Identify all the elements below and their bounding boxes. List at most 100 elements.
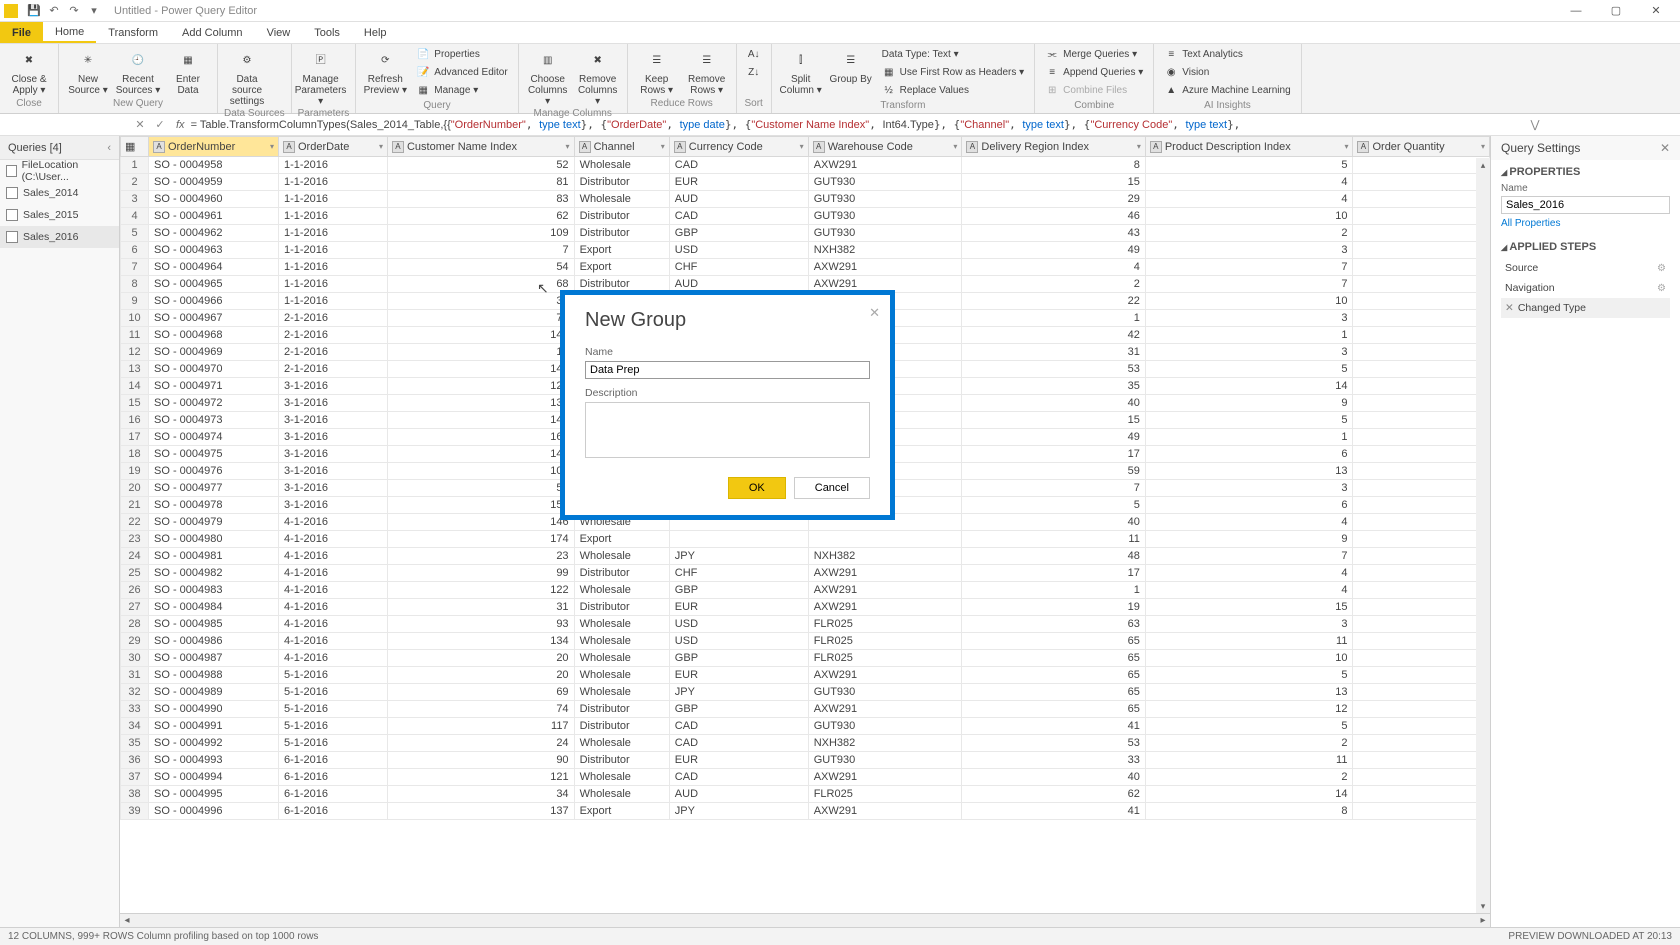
filter-dropdown-icon[interactable]: ▾	[1137, 142, 1141, 151]
manage-button[interactable]: ▦Manage ▾	[412, 82, 511, 99]
table-row[interactable]: 25SO - 00049824-1-201699DistributorCHFAX…	[121, 565, 1490, 582]
formula-text[interactable]: = Table.TransformColumnTypes(Sales_2014_…	[191, 118, 1526, 131]
type-icon[interactable]: A	[1357, 141, 1369, 153]
type-icon[interactable]: A	[966, 141, 978, 153]
tab-add-column[interactable]: Add Column	[170, 22, 255, 43]
cancel-button[interactable]: Cancel	[794, 477, 870, 499]
redo-icon[interactable]: ↷	[65, 2, 83, 20]
delete-step-icon[interactable]: ✕	[1505, 302, 1514, 314]
tab-help[interactable]: Help	[352, 22, 399, 43]
tab-transform[interactable]: Transform	[96, 22, 170, 43]
filter-dropdown-icon[interactable]: ▾	[800, 142, 804, 151]
filter-dropdown-icon[interactable]: ▾	[953, 142, 957, 151]
manage-parameters-button[interactable]: 🄿Manage Parameters ▾	[298, 46, 344, 107]
column-header[interactable]: AWarehouse Code▾	[808, 137, 962, 157]
merge-queries-button[interactable]: ⫘Merge Queries ▾	[1041, 46, 1147, 63]
qat-dropdown-icon[interactable]: ▾	[85, 2, 103, 20]
first-row-headers-button[interactable]: ▦Use First Row as Headers ▾	[878, 64, 1029, 81]
group-by-button[interactable]: ☰Group By	[828, 46, 874, 85]
table-row[interactable]: 7SO - 00049641-1-201654ExportCHFAXW29147	[121, 259, 1490, 276]
applied-step[interactable]: Navigation⚙	[1501, 278, 1670, 298]
type-icon[interactable]: A	[579, 141, 591, 153]
fx-icon[interactable]: fx	[176, 119, 185, 131]
applied-step[interactable]: ✕Changed Type	[1501, 298, 1670, 318]
properties-button[interactable]: 📄Properties	[412, 46, 511, 63]
table-row[interactable]: 3SO - 00049601-1-201683WholesaleAUDGUT93…	[121, 191, 1490, 208]
table-row[interactable]: 36SO - 00049936-1-201690DistributorEURGU…	[121, 752, 1490, 769]
vertical-scrollbar[interactable]: ▴▾	[1476, 158, 1490, 913]
column-header[interactable]: AOrderNumber▾	[149, 137, 279, 157]
text-analytics-button[interactable]: ≡Text Analytics	[1160, 46, 1294, 63]
table-row[interactable]: 27SO - 00049844-1-201631DistributorEURAX…	[121, 599, 1490, 616]
type-icon[interactable]: A	[813, 141, 825, 153]
remove-columns-button[interactable]: ✖Remove Columns ▾	[575, 46, 621, 107]
replace-values-button[interactable]: ½Replace Values	[878, 82, 1029, 99]
table-row[interactable]: 1SO - 00049581-1-201652WholesaleCADAXW29…	[121, 157, 1490, 174]
remove-rows-button[interactable]: ☰Remove Rows ▾	[684, 46, 730, 96]
table-row[interactable]: 34SO - 00049915-1-2016117DistributorCADG…	[121, 718, 1490, 735]
column-header[interactable]: AProduct Description Index▾	[1145, 137, 1353, 157]
save-icon[interactable]: 💾	[25, 2, 43, 20]
close-apply-button[interactable]: ✖Close & Apply ▾	[6, 46, 52, 96]
tab-view[interactable]: View	[255, 22, 303, 43]
table-row[interactable]: 37SO - 00049946-1-2016121WholesaleCADAXW…	[121, 769, 1490, 786]
refresh-preview-button[interactable]: ⟳Refresh Preview ▾	[362, 46, 408, 96]
tab-tools[interactable]: Tools	[302, 22, 352, 43]
tab-home[interactable]: Home	[43, 22, 96, 43]
query-item[interactable]: Sales_2016	[0, 226, 119, 248]
undo-icon[interactable]: ↶	[45, 2, 63, 20]
minimize-button[interactable]: —	[1556, 0, 1596, 22]
query-item[interactable]: Sales_2014	[0, 182, 119, 204]
new-source-button[interactable]: ✳New Source ▾	[65, 46, 111, 96]
column-header[interactable]: AChannel▾	[574, 137, 669, 157]
table-row[interactable]: 38SO - 00049956-1-201634WholesaleAUDFLR0…	[121, 786, 1490, 803]
enter-data-button[interactable]: ▦Enter Data	[165, 46, 211, 96]
split-column-button[interactable]: ⫿Split Column ▾	[778, 46, 824, 96]
query-item[interactable]: FileLocation (C:\User...	[0, 160, 119, 182]
collapse-queries-icon[interactable]: ‹	[107, 142, 111, 154]
table-row[interactable]: 39SO - 00049966-1-2016137ExportJPYAXW291…	[121, 803, 1490, 820]
recent-sources-button[interactable]: 🕘Recent Sources ▾	[115, 46, 161, 96]
table-row[interactable]: 5SO - 00049621-1-2016109DistributorGBPGU…	[121, 225, 1490, 242]
vision-button[interactable]: ◉Vision	[1160, 64, 1294, 81]
filter-dropdown-icon[interactable]: ▾	[661, 142, 665, 151]
column-header[interactable]: AOrder Quantity▾	[1353, 137, 1490, 157]
table-row[interactable]: 32SO - 00049895-1-201669WholesaleJPYGUT9…	[121, 684, 1490, 701]
advanced-editor-button[interactable]: 📝Advanced Editor	[412, 64, 511, 81]
ok-button[interactable]: OK	[728, 477, 786, 499]
cancel-formula-icon[interactable]: ✕	[130, 116, 150, 134]
table-row[interactable]: 26SO - 00049834-1-2016122WholesaleGBPAXW…	[121, 582, 1490, 599]
close-window-button[interactable]: ✕	[1636, 0, 1676, 22]
filter-dropdown-icon[interactable]: ▾	[1481, 142, 1485, 151]
column-header[interactable]: ADelivery Region Index▾	[962, 137, 1145, 157]
table-row[interactable]: 23SO - 00049804-1-2016174Export119	[121, 531, 1490, 548]
step-settings-icon[interactable]: ⚙	[1657, 283, 1666, 294]
dialog-close-icon[interactable]: ✕	[869, 305, 880, 321]
table-row[interactable]: 31SO - 00049885-1-201620WholesaleEURAXW2…	[121, 667, 1490, 684]
applied-step[interactable]: Source⚙	[1501, 258, 1670, 278]
group-description-input[interactable]	[585, 402, 870, 458]
table-row[interactable]: 28SO - 00049854-1-201693WholesaleUSDFLR0…	[121, 616, 1490, 633]
sort-desc-button[interactable]: Z↓	[743, 64, 765, 81]
filter-dropdown-icon[interactable]: ▾	[566, 142, 570, 151]
horizontal-scrollbar[interactable]: ◂▸	[120, 913, 1490, 927]
maximize-button[interactable]: ▢	[1596, 0, 1636, 22]
table-row[interactable]: 35SO - 00049925-1-201624WholesaleCADNXH3…	[121, 735, 1490, 752]
choose-columns-button[interactable]: ▥Choose Columns ▾	[525, 46, 571, 107]
expand-formula-icon[interactable]: ⋁	[1526, 118, 1544, 131]
data-type-button[interactable]: Data Type: Text ▾	[878, 46, 1029, 63]
column-header[interactable]: ACurrency Code▾	[669, 137, 808, 157]
row-header[interactable]: ▦	[121, 137, 149, 157]
filter-dropdown-icon[interactable]: ▾	[379, 142, 383, 151]
table-row[interactable]: 24SO - 00049814-1-201623WholesaleJPYNXH3…	[121, 548, 1490, 565]
all-properties-link[interactable]: All Properties	[1501, 218, 1670, 229]
accept-formula-icon[interactable]: ✓	[150, 116, 170, 134]
table-row[interactable]: 29SO - 00049864-1-2016134WholesaleUSDFLR…	[121, 633, 1490, 650]
type-icon[interactable]: A	[674, 141, 686, 153]
data-source-settings-button[interactable]: ⚙Data source settings	[224, 46, 270, 107]
column-header[interactable]: AOrderDate▾	[278, 137, 387, 157]
table-row[interactable]: 6SO - 00049631-1-20167ExportUSDNXH382493	[121, 242, 1490, 259]
type-icon[interactable]: A	[153, 141, 165, 153]
column-header[interactable]: ACustomer Name Index▾	[387, 137, 574, 157]
table-row[interactable]: 33SO - 00049905-1-201674DistributorGBPAX…	[121, 701, 1490, 718]
